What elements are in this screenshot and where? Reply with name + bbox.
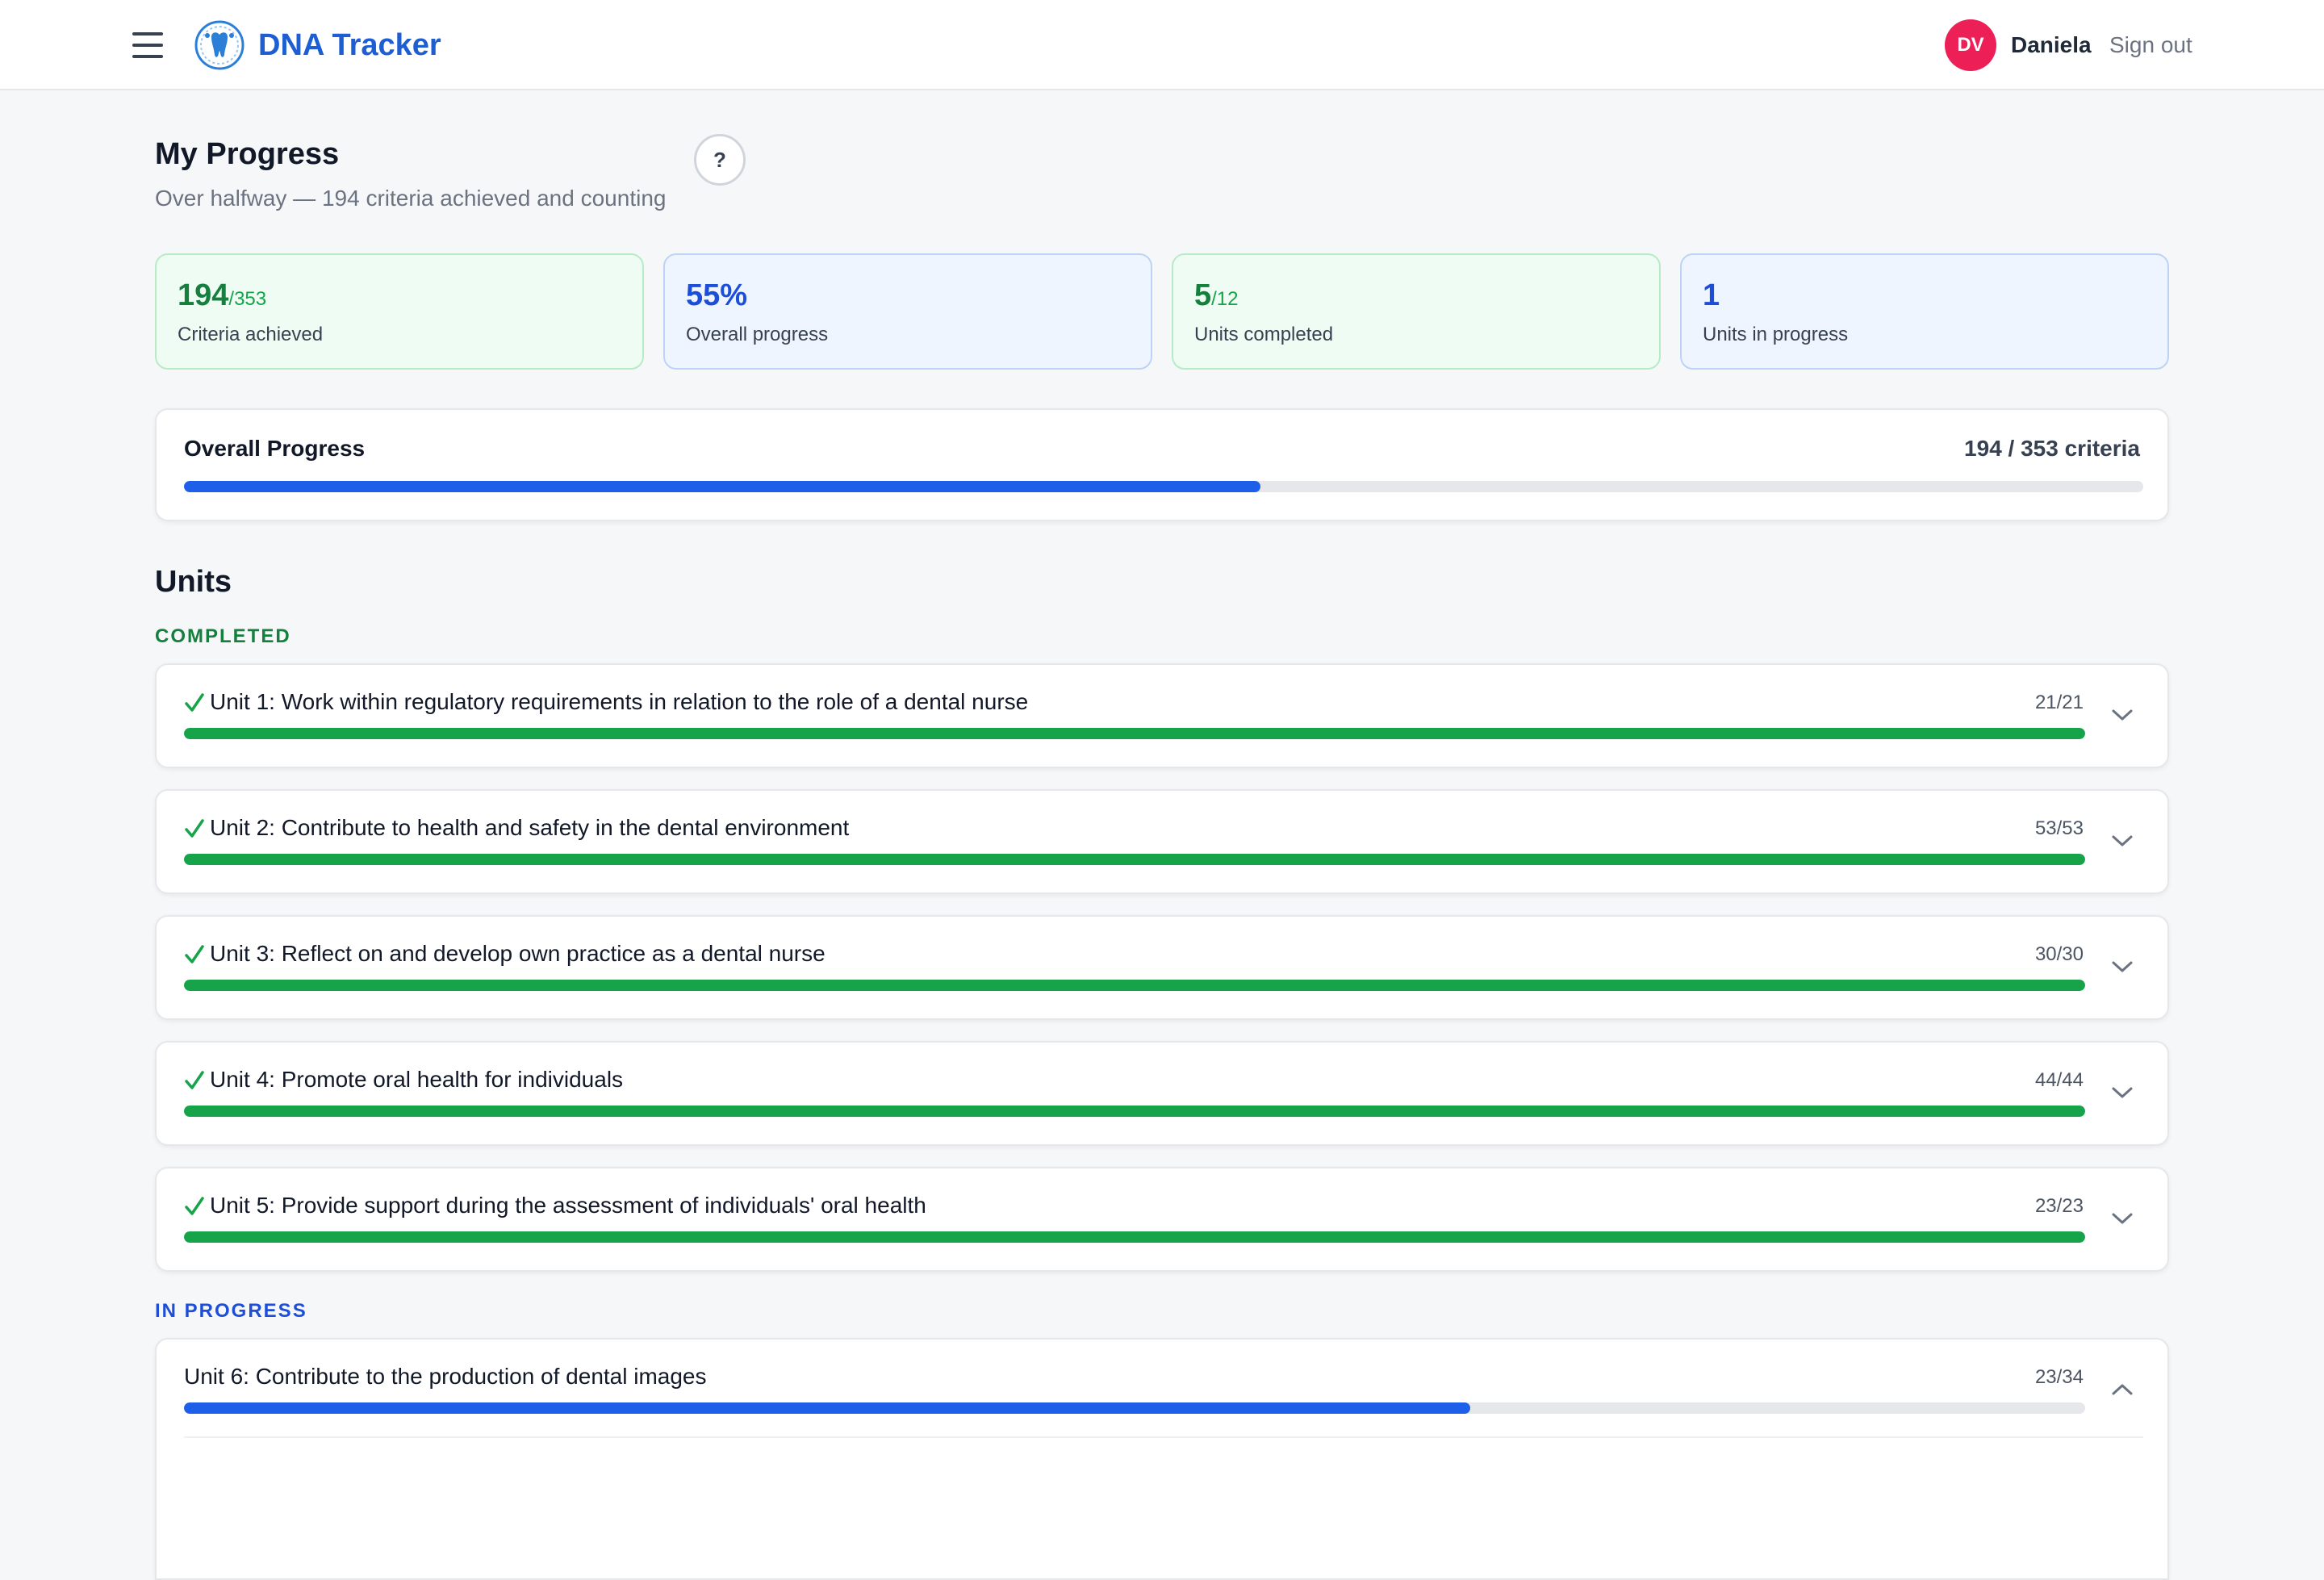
avatar[interactable]: DV xyxy=(1945,19,1996,71)
page-subtitle: Over halfway — 194 criteria achieved and… xyxy=(155,186,667,211)
completed-group-label: COMPLETED xyxy=(155,625,291,647)
unit-title: Unit 2: Contribute to health and safety … xyxy=(210,815,850,840)
stat-card-overall-progress: 55% Overall progress xyxy=(663,253,1152,370)
page-title: My Progress xyxy=(155,137,340,171)
stat-label: Overall progress xyxy=(686,324,829,345)
unit-title: Unit 4: Promote oral health for individu… xyxy=(210,1067,624,1092)
unit-progress-fill xyxy=(184,728,2085,739)
overall-progress-count: 194 / 353 criteria xyxy=(1964,436,2140,461)
stat-label: Units completed xyxy=(1194,324,1334,345)
tooth-logo-icon[interactable] xyxy=(194,19,245,71)
sign-out-link[interactable]: Sign out xyxy=(2109,31,2192,60)
unit-card-2[interactable]: Unit 2: Contribute to health and safety … xyxy=(155,789,2169,894)
chevron-down-icon[interactable] xyxy=(2109,702,2135,728)
unit-count: 53/53 xyxy=(2034,817,2084,839)
user-name: Daniela xyxy=(2011,32,2092,57)
overall-progress-fill xyxy=(184,481,1261,492)
unit-progress-fill xyxy=(184,854,2085,865)
help-button[interactable]: ? xyxy=(694,134,746,186)
unit-progress-fill xyxy=(184,980,2085,991)
unit-card-5[interactable]: Unit 5: Provide support during the asses… xyxy=(155,1167,2169,1272)
stat-value: 194/353 xyxy=(178,278,267,312)
unit-card-1[interactable]: Unit 1: Work within regulatory requireme… xyxy=(155,663,2169,768)
chevron-down-icon[interactable] xyxy=(2109,1080,2135,1106)
unit-progress-bar xyxy=(184,980,2085,991)
unit-title: Unit 6: Contribute to the production of … xyxy=(184,1364,707,1389)
unit-title: Unit 1: Work within regulatory requireme… xyxy=(210,689,1029,714)
stat-label: Units in progress xyxy=(1703,324,1849,345)
chevron-down-icon[interactable] xyxy=(2109,1206,2135,1231)
in-progress-group-label: IN PROGRESS xyxy=(155,1300,307,1322)
unit-count: 30/30 xyxy=(2034,943,2084,965)
unit-card-3[interactable]: Unit 3: Reflect on and develop own pract… xyxy=(155,915,2169,1020)
unit-progress-fill xyxy=(184,1106,2085,1117)
unit-count: 23/34 xyxy=(2034,1366,2084,1388)
unit-title: Unit 3: Reflect on and develop own pract… xyxy=(210,941,826,966)
unit-card-4[interactable]: Unit 4: Promote oral health for individu… xyxy=(155,1041,2169,1146)
brand-name[interactable]: DNA Tracker xyxy=(258,24,441,66)
unit-progress-bar xyxy=(184,1402,2085,1414)
chevron-up-icon[interactable] xyxy=(2109,1377,2135,1402)
unit-count: 44/44 xyxy=(2034,1069,2084,1091)
check-icon xyxy=(185,945,204,963)
unit-progress-fill xyxy=(184,1402,1470,1414)
unit-card-6[interactable]: Unit 6: Contribute to the production of … xyxy=(155,1338,2169,1580)
check-icon xyxy=(185,1197,204,1215)
stat-label: Criteria achieved xyxy=(178,324,324,345)
stat-value: 55% xyxy=(686,278,748,312)
hamburger-icon[interactable] xyxy=(132,32,163,58)
chevron-down-icon[interactable] xyxy=(2109,828,2135,854)
unit-count: 21/21 xyxy=(2034,692,2084,713)
units-heading: Units xyxy=(155,565,232,599)
overall-progress-bar xyxy=(184,481,2143,492)
check-icon xyxy=(185,693,204,712)
unit-divider xyxy=(184,1436,2143,1438)
stat-card-units-in-progress: 1 Units in progress xyxy=(1680,253,2169,370)
top-nav-bar: DNA Tracker DV Daniela Sign out xyxy=(0,0,2324,90)
overall-progress-card: Overall Progress 194 / 353 criteria xyxy=(155,408,2169,521)
check-icon xyxy=(185,819,204,838)
chevron-down-icon[interactable] xyxy=(2109,954,2135,980)
stat-value: 1 xyxy=(1703,278,1720,312)
unit-progress-bar xyxy=(184,854,2085,865)
overall-progress-title: Overall Progress xyxy=(184,436,366,461)
stat-card-criteria-achieved: 194/353 Criteria achieved xyxy=(155,253,644,370)
unit-count: 23/23 xyxy=(2034,1195,2084,1217)
stat-value: 5/12 xyxy=(1194,278,1239,312)
unit-progress-bar xyxy=(184,1106,2085,1117)
unit-progress-bar xyxy=(184,1231,2085,1243)
stat-card-units-completed: 5/12 Units completed xyxy=(1172,253,1661,370)
unit-progress-fill xyxy=(184,1231,2085,1243)
check-icon xyxy=(185,1071,204,1089)
unit-progress-bar xyxy=(184,728,2085,739)
unit-title: Unit 5: Provide support during the asses… xyxy=(210,1193,926,1218)
